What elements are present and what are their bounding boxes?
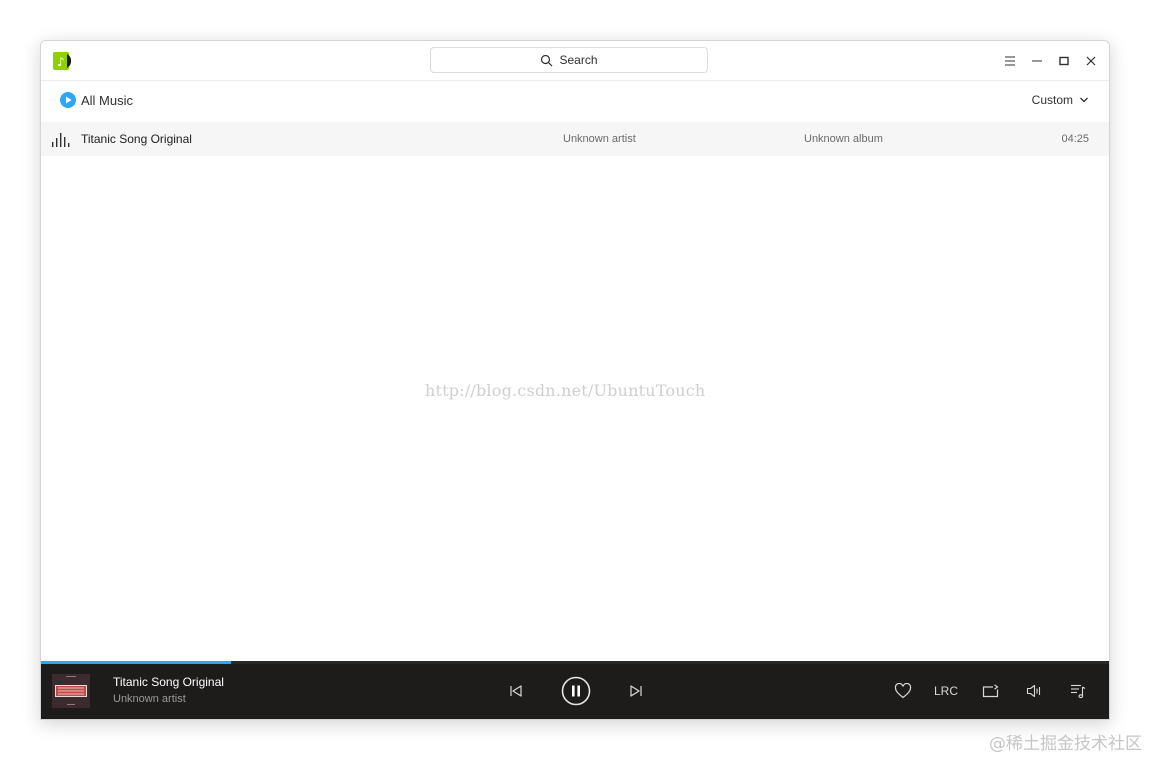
lyrics-button[interactable]: LRC bbox=[933, 680, 959, 702]
progress-fill bbox=[41, 661, 232, 664]
app-logo: ♪ bbox=[53, 52, 72, 70]
heart-icon bbox=[894, 683, 912, 699]
album-cover[interactable] bbox=[52, 674, 90, 708]
search-label: Search bbox=[559, 53, 598, 67]
progress-bar[interactable] bbox=[41, 661, 1109, 664]
now-playing-title: Titanic Song Original bbox=[113, 675, 224, 689]
sort-label: Custom bbox=[1031, 93, 1073, 107]
all-music-label: All Music bbox=[81, 92, 134, 108]
skip-previous-icon bbox=[510, 685, 522, 697]
song-row[interactable]: Titanic Song Original Unknown artist Unk… bbox=[41, 122, 1109, 156]
menu-button[interactable] bbox=[1000, 51, 1020, 71]
all-music-button[interactable]: All Music bbox=[60, 92, 133, 108]
player-bar: Titanic Song Original Unknown artist LRC bbox=[41, 661, 1109, 719]
now-playing-artist: Unknown artist bbox=[113, 693, 186, 705]
music-window: ♪ Search All Music Custom Titanic Song O… bbox=[40, 40, 1110, 720]
minimize-button[interactable] bbox=[1027, 51, 1047, 71]
site-watermark: @稀土掘金技术社区 bbox=[989, 734, 1142, 754]
volume-icon bbox=[1026, 684, 1041, 698]
playlist-button[interactable] bbox=[1067, 680, 1089, 702]
equalizer-icon bbox=[52, 133, 70, 147]
blog-watermark: http://blog.csdn.net/UbuntuTouch bbox=[425, 381, 706, 400]
lyrics-label: LRC bbox=[933, 684, 958, 698]
playlist-icon bbox=[1071, 684, 1086, 699]
close-button[interactable] bbox=[1081, 51, 1101, 71]
minimize-icon bbox=[1032, 60, 1042, 62]
song-album: Unknown album bbox=[804, 133, 883, 145]
maximize-button[interactable] bbox=[1054, 51, 1074, 71]
song-duration: 04:25 bbox=[1061, 133, 1089, 145]
menu-icon bbox=[1005, 56, 1015, 66]
close-icon bbox=[1086, 56, 1096, 66]
repeat-button[interactable] bbox=[979, 680, 1001, 702]
song-artist: Unknown artist bbox=[563, 133, 636, 145]
volume-button[interactable] bbox=[1023, 680, 1045, 702]
next-button[interactable] bbox=[625, 680, 647, 702]
sort-dropdown[interactable]: Custom bbox=[1032, 93, 1089, 107]
title-bar: ♪ Search bbox=[41, 41, 1109, 81]
album-art-image bbox=[52, 674, 90, 708]
song-title: Titanic Song Original bbox=[81, 132, 192, 146]
repeat-icon bbox=[982, 684, 999, 698]
play-circle-icon bbox=[60, 92, 76, 108]
pause-icon bbox=[561, 676, 591, 706]
favorite-button[interactable] bbox=[892, 680, 914, 702]
chevron-down-icon bbox=[1080, 97, 1088, 103]
search-input[interactable]: Search bbox=[430, 47, 708, 73]
list-header: All Music Custom bbox=[41, 81, 1109, 121]
svg-text:♪: ♪ bbox=[57, 55, 65, 69]
previous-button[interactable] bbox=[505, 680, 527, 702]
skip-next-icon bbox=[630, 685, 642, 697]
play-pause-button[interactable] bbox=[561, 676, 591, 706]
search-icon bbox=[541, 54, 553, 66]
maximize-icon bbox=[1059, 56, 1069, 66]
